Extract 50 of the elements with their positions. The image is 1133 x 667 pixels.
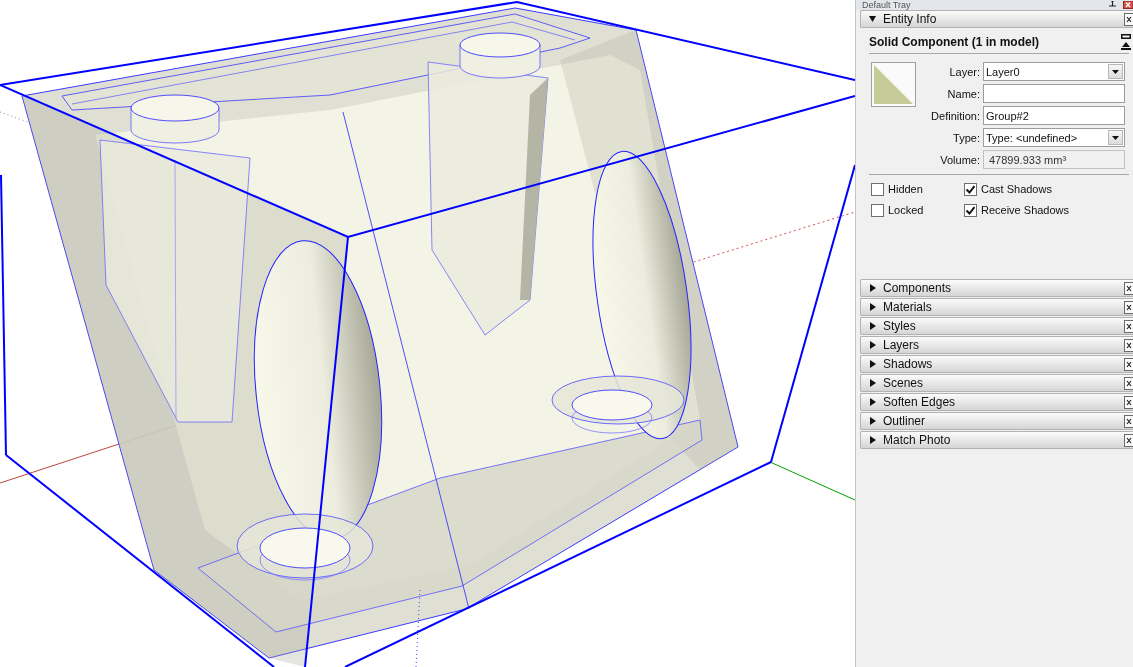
close-icon[interactable] bbox=[1124, 414, 1133, 428]
dropdown-field[interactable]: Layer0 bbox=[983, 62, 1125, 81]
panel-header[interactable]: Soften Edges bbox=[860, 393, 1133, 411]
checkbox[interactable] bbox=[871, 182, 884, 196]
caret-icon bbox=[1112, 135, 1119, 140]
checkmark-icon bbox=[966, 184, 975, 194]
checkbox-label[interactable]: Hidden bbox=[888, 183, 923, 195]
field-label: Name: bbox=[946, 87, 981, 100]
field-label: Layer: bbox=[948, 65, 981, 78]
close-icon[interactable] bbox=[1124, 433, 1133, 447]
close-icon[interactable] bbox=[1123, 1, 1133, 9]
text-field[interactable] bbox=[983, 84, 1125, 103]
close-icon[interactable] bbox=[1124, 12, 1133, 26]
panel-header[interactable]: Scenes bbox=[860, 374, 1133, 392]
panel-header[interactable]: Styles bbox=[860, 317, 1133, 335]
dropdown-field[interactable]: Type: <undefined> bbox=[983, 128, 1125, 147]
details-toggle-icon[interactable] bbox=[1121, 34, 1131, 50]
field-label: Volume: bbox=[939, 153, 981, 166]
close-icon[interactable] bbox=[1124, 357, 1133, 371]
field-label: Definition: bbox=[930, 109, 981, 122]
close-icon[interactable] bbox=[1124, 376, 1133, 390]
panel-header[interactable]: Layers bbox=[860, 336, 1133, 354]
dropdown-button[interactable] bbox=[1108, 64, 1123, 79]
close-icon[interactable] bbox=[1124, 300, 1133, 314]
close-icon[interactable] bbox=[1124, 281, 1133, 295]
panel-header[interactable]: Match Photo bbox=[860, 431, 1133, 449]
checkbox[interactable] bbox=[871, 203, 884, 217]
close-icon[interactable] bbox=[1124, 319, 1133, 333]
panel-header[interactable]: Shadows bbox=[860, 355, 1133, 373]
checkbox-label[interactable]: Receive Shadows bbox=[981, 204, 1070, 216]
checkbox[interactable] bbox=[964, 182, 977, 196]
checkbox[interactable] bbox=[964, 203, 977, 217]
tray-title: Default Tray bbox=[862, 0, 911, 10]
close-icon[interactable] bbox=[1124, 338, 1133, 352]
entity-heading: Solid Component (1 in model) bbox=[869, 35, 1040, 49]
dropdown-button[interactable] bbox=[1108, 130, 1123, 145]
panel-header[interactable]: Outliner bbox=[860, 412, 1133, 430]
component-thumbnail-icon bbox=[871, 62, 916, 107]
pin-icon[interactable] bbox=[1108, 1, 1117, 9]
caret-icon bbox=[1112, 69, 1119, 74]
field-label: Type: bbox=[952, 131, 981, 144]
checkbox-label[interactable]: Locked bbox=[888, 204, 924, 216]
panel-header[interactable]: Components bbox=[860, 279, 1133, 297]
checkmark-icon bbox=[966, 205, 975, 215]
readonly-field: 47899.933 mm³ bbox=[983, 150, 1125, 169]
checkbox-label[interactable]: Cast Shadows bbox=[981, 183, 1052, 195]
panel-header[interactable]: Entity Info bbox=[860, 10, 1133, 28]
text-field[interactable]: Group#2 bbox=[983, 106, 1125, 125]
close-icon[interactable] bbox=[1124, 395, 1133, 409]
panel-header[interactable]: Materials bbox=[860, 298, 1133, 316]
